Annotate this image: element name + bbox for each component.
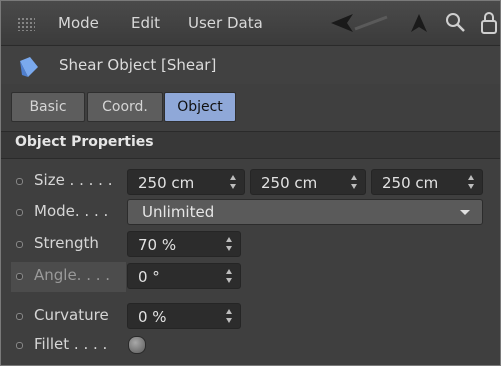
mode-value: Unlimited bbox=[142, 203, 215, 221]
section-title: Object Properties bbox=[15, 134, 154, 150]
size-y-field[interactable]: 250 cm bbox=[250, 169, 366, 195]
up-arrow-icon[interactable] bbox=[409, 11, 429, 35]
curvature-spinner-icon[interactable] bbox=[226, 309, 232, 323]
angle-spinner-icon[interactable] bbox=[226, 269, 232, 283]
mode-dropdown[interactable]: Unlimited bbox=[127, 199, 483, 225]
size-y-spinner-icon[interactable] bbox=[351, 175, 357, 189]
attribute-manager: Mode Edit User Data Shear Object [Shear]… bbox=[0, 0, 501, 366]
fillet-keyframe-bullet[interactable] bbox=[16, 342, 23, 349]
angle-field[interactable]: 0 ° bbox=[127, 263, 241, 289]
curvature-label: Curvature bbox=[34, 306, 109, 324]
tab-coord[interactable]: Coord. bbox=[87, 92, 163, 122]
lock-icon[interactable] bbox=[479, 11, 499, 35]
size-z-value: 250 cm bbox=[382, 174, 439, 192]
strength-spinner-icon[interactable] bbox=[226, 237, 232, 251]
menu-user-data[interactable]: User Data bbox=[188, 14, 263, 32]
angle-value: 0 ° bbox=[138, 268, 160, 286]
tab-basic[interactable]: Basic bbox=[11, 92, 85, 122]
grip-icon[interactable] bbox=[17, 17, 35, 31]
strength-keyframe-bullet[interactable] bbox=[16, 241, 23, 248]
size-x-spinner-icon[interactable] bbox=[230, 175, 236, 189]
mode-keyframe-bullet[interactable] bbox=[16, 209, 23, 216]
size-z-field[interactable]: 250 cm bbox=[371, 169, 483, 195]
chevron-down-icon[interactable] bbox=[460, 210, 470, 215]
object-title: Shear Object [Shear] bbox=[59, 56, 217, 74]
strength-value: 70 % bbox=[138, 236, 177, 254]
curvature-keyframe-bullet[interactable] bbox=[16, 313, 23, 320]
curvature-value: 0 % bbox=[138, 308, 167, 326]
size-label: Size . . . . . bbox=[34, 171, 113, 189]
curvature-field[interactable]: 0 % bbox=[127, 303, 241, 329]
mode-label: Mode. . . . bbox=[34, 202, 109, 220]
angle-label: Angle. . . . bbox=[34, 266, 111, 284]
menu-bar: Mode Edit User Data bbox=[1, 1, 500, 46]
angle-keyframe-bullet[interactable] bbox=[16, 273, 23, 280]
strength-field[interactable]: 70 % bbox=[127, 231, 241, 257]
shear-object-icon bbox=[20, 57, 38, 77]
size-z-spinner-icon[interactable] bbox=[468, 175, 474, 189]
tab-object[interactable]: Object bbox=[164, 92, 236, 122]
size-y-value: 250 cm bbox=[261, 174, 318, 192]
fillet-label: Fillet . . . . bbox=[34, 335, 108, 353]
back-arrow-icon[interactable] bbox=[327, 11, 407, 35]
fillet-checkbox[interactable] bbox=[128, 336, 146, 354]
size-x-value: 250 cm bbox=[138, 174, 195, 192]
menu-edit[interactable]: Edit bbox=[131, 14, 160, 32]
strength-label: Strength bbox=[34, 234, 99, 252]
menu-mode[interactable]: Mode bbox=[58, 14, 99, 32]
search-icon[interactable] bbox=[445, 11, 467, 35]
size-keyframe-bullet[interactable] bbox=[16, 178, 23, 185]
size-x-field[interactable]: 250 cm bbox=[127, 169, 245, 195]
